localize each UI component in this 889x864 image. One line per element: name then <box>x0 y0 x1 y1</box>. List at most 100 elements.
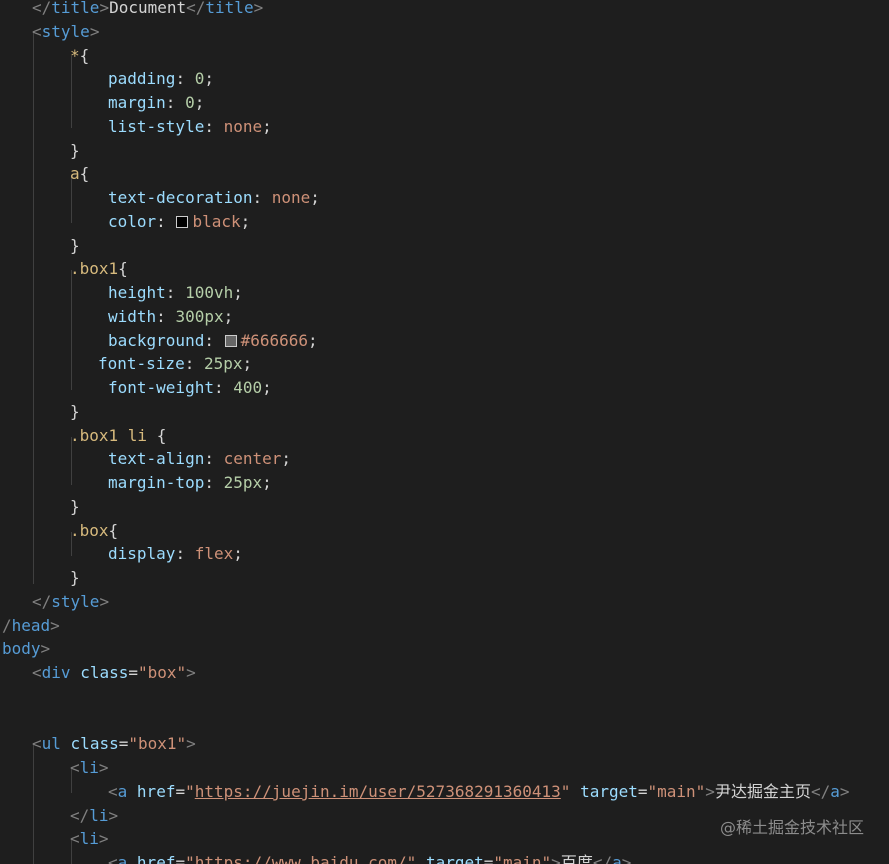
code-line[interactable]: /head> <box>0 614 60 638</box>
code-line[interactable]: display: flex; <box>0 542 243 566</box>
code-token: / <box>2 616 12 635</box>
code-token: a <box>830 782 840 801</box>
code-token: 0 <box>194 69 205 88</box>
code-token: " <box>185 782 195 801</box>
code-token: = <box>175 782 186 801</box>
code-token: .box <box>70 521 109 540</box>
code-line[interactable]: </title>Document</title> <box>0 0 263 20</box>
code-line[interactable]: height: 100vh; <box>0 281 243 305</box>
code-line[interactable]: font-size: 25px; <box>0 352 252 376</box>
code-line[interactable]: <a href="https://juejin.im/user/52736829… <box>0 780 850 804</box>
code-token: </ <box>32 0 52 17</box>
code-line[interactable]: font-weight: 400; <box>0 376 272 400</box>
code-token: a <box>70 164 80 183</box>
code-token: head <box>11 616 51 635</box>
code-line[interactable]: <ul class="box1"> <box>0 732 196 756</box>
code-token: = <box>128 663 138 682</box>
code-line[interactable]: } <box>0 234 80 258</box>
code-line[interactable]: </li> <box>0 804 118 828</box>
code-line[interactable]: } <box>0 400 80 424</box>
code-token: center <box>223 449 282 468</box>
code-token: " <box>185 853 195 864</box>
code-token: { <box>156 426 167 445</box>
code-line[interactable]: list-style: none; <box>0 115 272 139</box>
code-token: a <box>117 782 128 801</box>
code-line[interactable]: color: black; <box>0 210 250 234</box>
code-token: > <box>99 0 110 17</box>
code-line[interactable]: .box1 li { <box>0 424 166 448</box>
code-line[interactable]: <style> <box>0 20 99 44</box>
code-token: > <box>99 592 110 611</box>
code-line[interactable]: text-align: center; <box>0 447 291 471</box>
code-token: : <box>156 212 176 231</box>
code-token: > <box>98 829 109 848</box>
code-line[interactable]: .box{ <box>0 519 118 543</box>
code-token: = <box>637 782 648 801</box>
code-token: : <box>165 283 186 302</box>
code-line[interactable]: } <box>0 566 80 590</box>
code-line[interactable]: } <box>0 139 80 163</box>
code-token: ; <box>308 331 318 350</box>
code-token: ; <box>194 93 205 112</box>
code-line[interactable]: *{ <box>0 44 89 68</box>
code-token: } <box>70 402 80 421</box>
code-token: > <box>839 782 850 801</box>
code-line[interactable]: background: #666666; <box>0 329 318 353</box>
code-token: .box1 li <box>70 426 157 445</box>
code-token: </ <box>70 806 90 825</box>
code-token: 百度 <box>560 853 593 864</box>
code-line[interactable]: <li> <box>0 756 109 780</box>
code-token: = <box>175 853 186 864</box>
code-line[interactable]: text-decoration: none; <box>0 186 320 210</box>
code-line[interactable]: margin: 0; <box>0 91 204 115</box>
code-token: } <box>70 141 80 160</box>
code-token: > <box>98 758 109 777</box>
code-token[interactable]: https://www.baidu.com/ <box>195 853 407 864</box>
code-line[interactable]: width: 300px; <box>0 305 233 329</box>
code-token: 0 <box>185 93 195 112</box>
code-token: { <box>79 46 90 65</box>
code-line[interactable]: <div class="box"> <box>0 661 196 685</box>
code-token: </ <box>32 592 52 611</box>
code-line[interactable]: <li> <box>0 827 109 851</box>
code-token: none <box>271 188 311 207</box>
code-token: font-weight <box>108 378 214 397</box>
code-token: > <box>253 0 264 17</box>
code-token: : <box>204 473 224 492</box>
code-token: </ <box>810 782 831 801</box>
code-token: class <box>80 663 129 682</box>
code-line[interactable]: a{ <box>0 162 89 186</box>
code-token: { <box>118 259 128 278</box>
code-token: class <box>70 734 119 753</box>
code-line[interactable]: padding: 0; <box>0 67 214 91</box>
code-token: : <box>204 117 224 136</box>
code-token: : <box>204 331 224 350</box>
code-token: } <box>70 568 80 587</box>
code-line[interactable]: <a href="https://www.baidu.com/" target=… <box>0 851 631 864</box>
code-line[interactable]: margin-top: 25px; <box>0 471 272 495</box>
code-line[interactable]: .box1{ <box>0 257 128 281</box>
code-token: </ <box>186 0 206 17</box>
color-swatch-icon[interactable] <box>224 335 237 347</box>
color-swatch-icon[interactable] <box>176 216 189 228</box>
code-token[interactable]: https://juejin.im/user/527368291360413 <box>195 782 561 801</box>
code-token: div <box>41 663 71 682</box>
code-token: "box1" <box>128 734 187 753</box>
code-token: style <box>51 592 100 611</box>
code-token: a <box>612 853 622 864</box>
code-line[interactable]: </style> <box>0 590 109 614</box>
code-line[interactable]: body> <box>0 637 50 661</box>
code-token: li <box>79 758 99 777</box>
code-token: flex <box>194 544 234 563</box>
code-token: } <box>70 236 80 255</box>
code-line[interactable]: } <box>0 495 80 519</box>
code-token: : <box>175 544 195 563</box>
code-token: > <box>186 734 196 753</box>
code-token: "box" <box>138 663 187 682</box>
code-editor[interactable]: </title>Document</title> <style> *{padding… <box>0 0 889 864</box>
code-token: margin <box>108 93 166 112</box>
code-token: none <box>223 117 263 136</box>
